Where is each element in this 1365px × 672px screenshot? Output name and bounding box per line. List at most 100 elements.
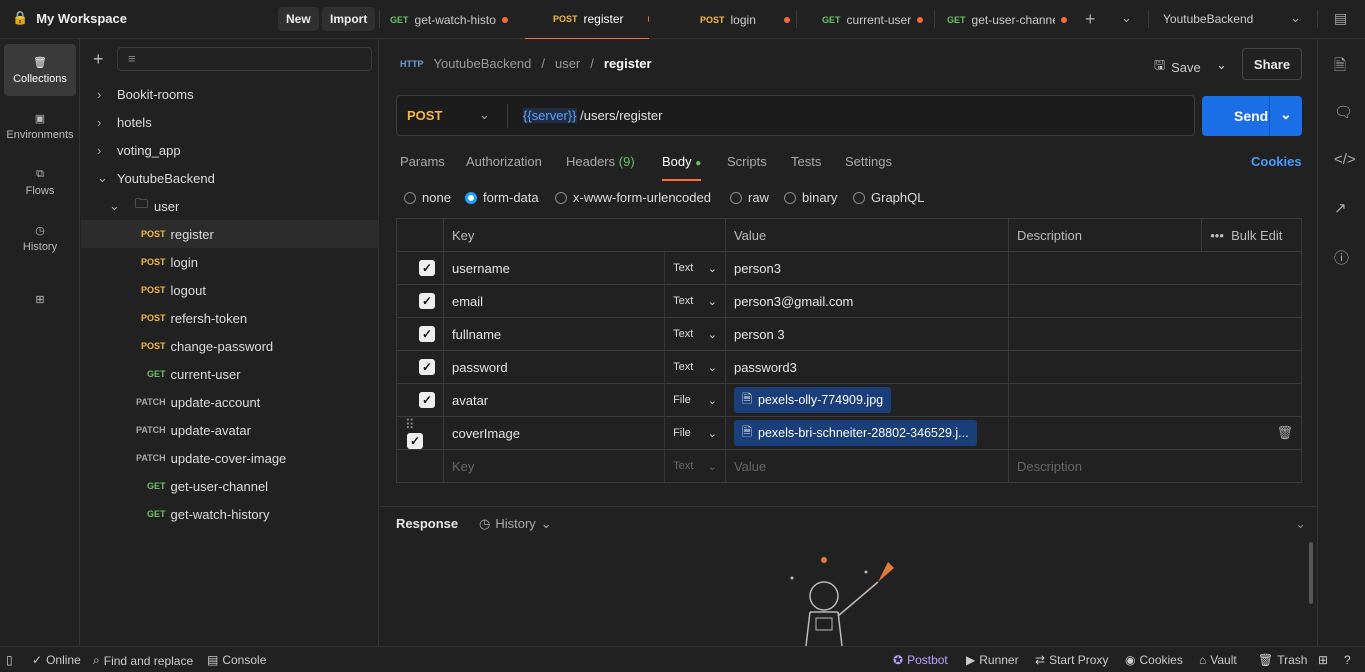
code-icon[interactable]: </> bbox=[1334, 151, 1356, 168]
request-logout[interactable]: POST logout bbox=[81, 276, 379, 304]
response-scrollbar[interactable] bbox=[1309, 542, 1313, 604]
related-collections-icon[interactable]: ↗ bbox=[1334, 199, 1347, 217]
request-register[interactable]: POST register bbox=[81, 220, 379, 248]
new-description-input[interactable]: Description bbox=[1007, 449, 1303, 483]
save-options-icon[interactable]: ⌄ bbox=[1216, 57, 1227, 73]
environment-selector[interactable]: YoutubeBackend bbox=[1163, 12, 1253, 26]
row-description[interactable] bbox=[1007, 317, 1303, 351]
tab-register[interactable]: POST register bbox=[525, 0, 649, 39]
breadcrumb-collection[interactable]: YoutubeBackend bbox=[434, 56, 532, 71]
file-chip[interactable]: 🗎 pexels-olly-774909.jpg bbox=[733, 387, 892, 413]
body-type-graphql[interactable]: GraphQL bbox=[853, 190, 924, 205]
nav-history[interactable]: ◷ History bbox=[4, 212, 76, 264]
url-input[interactable]: {{server}} /users/register bbox=[523, 108, 662, 123]
tab-params[interactable]: Params bbox=[400, 154, 445, 169]
tab-scripts[interactable]: Scripts bbox=[727, 154, 767, 169]
row-type-select[interactable]: Text ⌄ bbox=[673, 361, 717, 374]
save-button[interactable]: 🖫 Save bbox=[1154, 56, 1201, 78]
trash-button[interactable]: 🗑 Trash bbox=[1258, 653, 1307, 667]
row-checkbox[interactable]: ✓ bbox=[419, 260, 435, 276]
breadcrumb-request[interactable]: register bbox=[604, 56, 652, 71]
request-update-account[interactable]: PATCH update-account bbox=[81, 388, 379, 416]
tab-body[interactable]: Body ● bbox=[662, 154, 702, 181]
row-value[interactable]: person3 bbox=[724, 251, 1009, 285]
body-type-urlencoded[interactable]: x-www-form-urlencoded bbox=[555, 190, 711, 205]
row-type-select[interactable]: Text ⌄ bbox=[673, 262, 717, 275]
row-key[interactable]: fullname bbox=[442, 317, 665, 351]
request-change-password[interactable]: POST change-password bbox=[81, 332, 379, 360]
postbot-button[interactable]: ✪ Postbot bbox=[893, 653, 948, 667]
response-history-button[interactable]: ◷ History ⌄ bbox=[479, 516, 552, 532]
request-login[interactable]: POST login bbox=[81, 248, 379, 276]
comments-icon[interactable]: 🗨 bbox=[1334, 103, 1353, 121]
find-replace-button[interactable]: ⌕ Find and replace bbox=[93, 653, 193, 668]
tab-authorization[interactable]: Authorization bbox=[466, 154, 542, 169]
collection-bookit-rooms[interactable]: › Bookit-rooms bbox=[81, 80, 379, 108]
layout-icon[interactable]: ⊞ bbox=[1318, 653, 1328, 667]
tab-settings[interactable]: Settings bbox=[845, 154, 892, 169]
row-value[interactable]: person3@gmail.com bbox=[724, 284, 1009, 318]
collapse-response-icon[interactable]: ⌄ bbox=[1295, 516, 1306, 532]
row-type-select[interactable]: Text ⌄ bbox=[673, 460, 717, 473]
row-description[interactable] bbox=[1007, 383, 1303, 417]
row-key[interactable]: email bbox=[442, 284, 665, 318]
nav-flows[interactable]: ⧉ Flows bbox=[4, 156, 76, 208]
collection-youtubebackend[interactable]: ⌄ YoutubeBackend bbox=[81, 164, 379, 192]
row-description[interactable] bbox=[1007, 350, 1303, 384]
share-button[interactable]: Share bbox=[1242, 48, 1302, 80]
row-description[interactable]: 🗑 bbox=[1007, 416, 1303, 450]
import-button[interactable]: Import bbox=[322, 7, 376, 31]
row-checkbox[interactable]: ✓ bbox=[419, 392, 435, 408]
runner-button[interactable]: ▶ Runner bbox=[966, 653, 1019, 667]
drag-handle-icon[interactable]: ⠿ bbox=[405, 417, 415, 432]
console-button[interactable]: ▤ Console bbox=[207, 653, 266, 667]
request-get-watch-history[interactable]: GET get-watch-history bbox=[81, 500, 379, 528]
row-checkbox[interactable]: ✓ bbox=[419, 293, 435, 309]
bulk-edit-button[interactable]: ••• Bulk Edit bbox=[1201, 218, 1302, 252]
body-type-form-data[interactable]: form-data bbox=[465, 190, 539, 205]
row-key[interactable]: avatar bbox=[442, 383, 665, 417]
request-get-user-channel[interactable]: GET get-user-channel bbox=[81, 472, 379, 500]
env-chevron-icon[interactable]: ⌄ bbox=[1290, 10, 1301, 26]
tab-headers[interactable]: Headers (9) bbox=[566, 154, 635, 169]
tab-current-user[interactable]: GET current-user bbox=[822, 0, 932, 39]
body-type-raw[interactable]: raw bbox=[730, 190, 769, 205]
tab-tests[interactable]: Tests bbox=[791, 154, 821, 169]
method-select[interactable]: POST bbox=[407, 108, 442, 123]
row-description[interactable] bbox=[1007, 251, 1303, 285]
body-type-none[interactable]: none bbox=[404, 190, 451, 205]
environment-quicklook-icon[interactable]: ▤ bbox=[1334, 10, 1347, 27]
row-checkbox[interactable]: ✓ bbox=[419, 359, 435, 375]
row-checkbox[interactable]: ✓ bbox=[419, 326, 435, 342]
row-key[interactable]: coverImage bbox=[442, 416, 665, 450]
collection-hotels[interactable]: › hotels bbox=[81, 108, 379, 136]
add-tab-icon[interactable]: + bbox=[1085, 9, 1096, 30]
online-status[interactable]: ✓ Online bbox=[32, 653, 81, 667]
new-button[interactable]: New bbox=[278, 7, 319, 31]
info-icon[interactable]: ⓘ bbox=[1334, 247, 1349, 268]
tab-get-watch-history[interactable]: GET get-watch-histo bbox=[390, 0, 514, 39]
vault-button[interactable]: ⌂ Vault bbox=[1199, 653, 1237, 667]
method-chevron-icon[interactable]: ⌄ bbox=[479, 107, 490, 123]
chevron-down-icon[interactable]: ⌄ bbox=[1121, 10, 1132, 26]
new-key-input[interactable]: Key bbox=[442, 449, 665, 483]
delete-icon[interactable]: 🗑 bbox=[1276, 425, 1293, 440]
request-update-cover-image[interactable]: PATCH update-cover-image bbox=[81, 444, 379, 472]
documentation-icon[interactable]: 🗎 bbox=[1334, 55, 1346, 80]
start-proxy-button[interactable]: ⇄ Start Proxy bbox=[1035, 653, 1108, 667]
request-update-avatar[interactable]: PATCH update-avatar bbox=[81, 416, 379, 444]
row-key[interactable]: username bbox=[442, 251, 665, 285]
request-refersh-token[interactable]: POST refersh-token bbox=[81, 304, 379, 332]
new-value-input[interactable]: Value bbox=[724, 449, 1009, 483]
collection-voting-app[interactable]: › voting_app bbox=[81, 136, 379, 164]
workspace-selector[interactable]: 🔒 My Workspace bbox=[12, 10, 127, 26]
tab-login[interactable]: POST login bbox=[700, 0, 790, 39]
row-value[interactable]: person 3 bbox=[724, 317, 1009, 351]
nav-environments[interactable]: ▣ Environments bbox=[4, 100, 76, 152]
toggle-sidebar-icon[interactable]: ▯ bbox=[6, 653, 13, 667]
cookies-button[interactable]: ◉ Cookies bbox=[1125, 653, 1183, 667]
row-checkbox[interactable]: ✓ bbox=[407, 433, 423, 449]
help-icon[interactable]: ? bbox=[1344, 653, 1351, 667]
nav-configure[interactable]: ⊞ bbox=[4, 273, 76, 325]
breadcrumb-folder[interactable]: user bbox=[555, 56, 580, 71]
